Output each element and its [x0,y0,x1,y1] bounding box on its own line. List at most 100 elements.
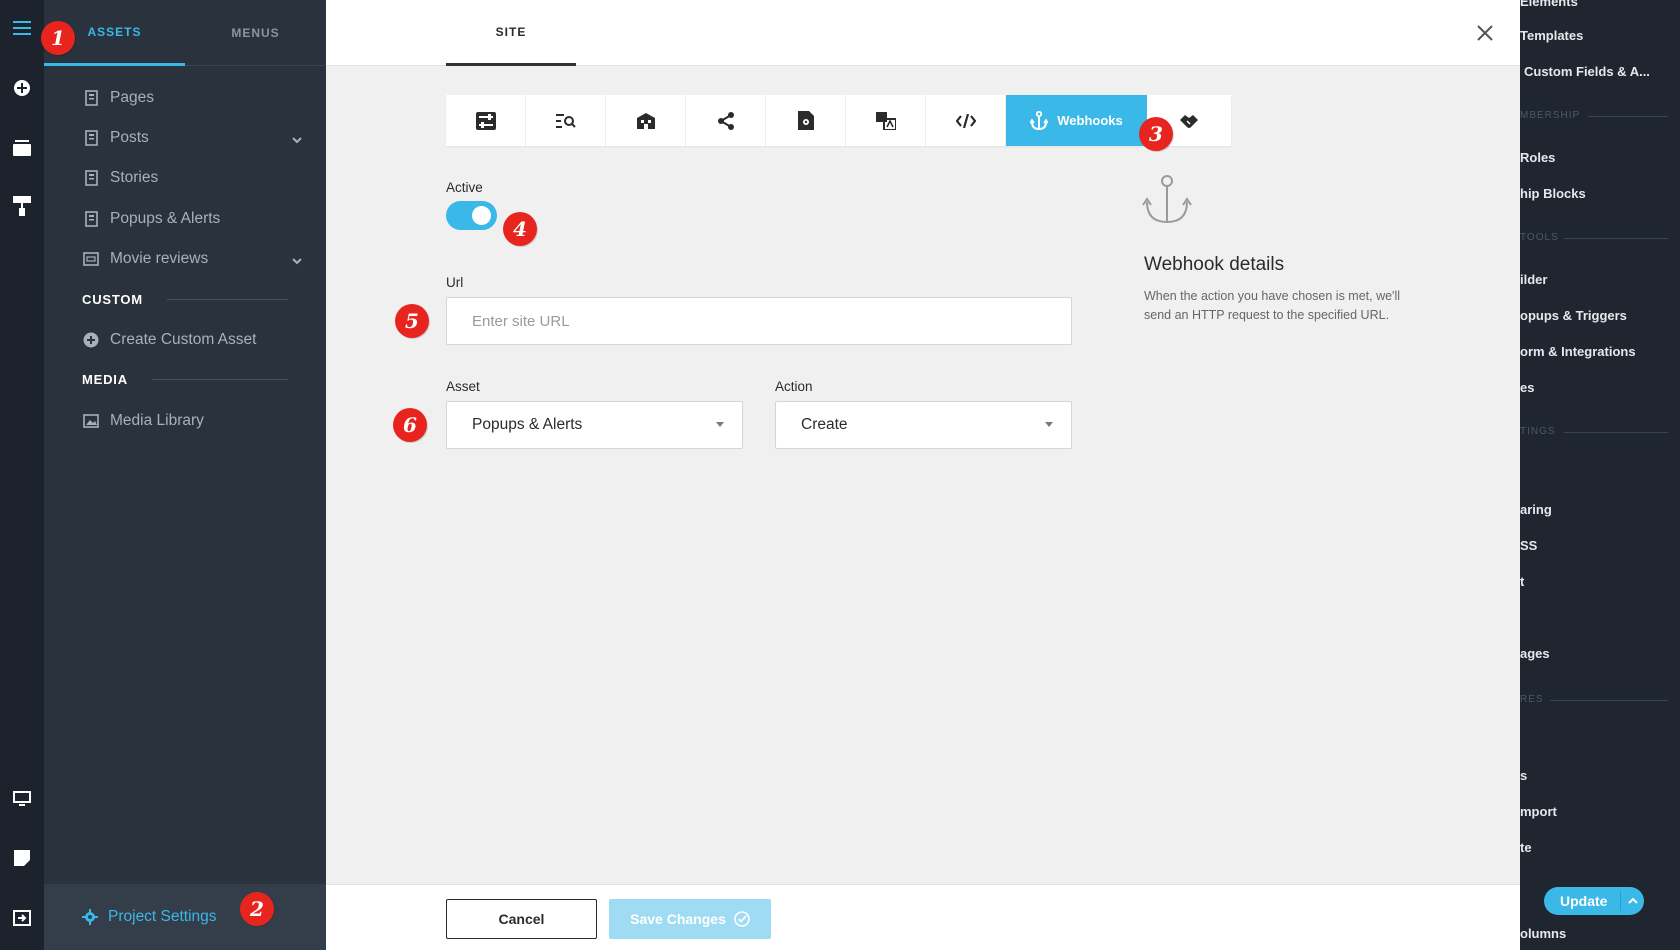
divider [151,379,288,380]
right-panel-section: RES [1520,694,1544,705]
tab-site[interactable]: SITE [446,0,576,66]
ticket-icon [82,250,100,268]
step-marker-4: 4 [503,212,537,246]
code-settings-tab[interactable] [926,95,1006,146]
divider [1564,432,1668,433]
right-panel-item[interactable]: Custom Fields & A... [1524,64,1650,79]
right-panel-item[interactable]: SS [1520,538,1537,553]
toggle-knob [472,206,491,225]
anchor-icon [1030,110,1049,130]
sidebar-item-label: Movie reviews [110,250,209,267]
translation-settings-tab[interactable] [846,95,926,146]
close-icon[interactable] [1472,20,1498,46]
add-circle-icon [82,331,100,349]
webhooks-tab[interactable]: Webhooks [1006,95,1147,146]
project-settings-label: Project Settings [108,908,217,925]
file-settings-tab[interactable] [766,95,846,146]
code-icon [955,113,976,128]
right-panel-item[interactable]: mport [1520,804,1557,819]
step-marker-1: 1 [41,21,75,55]
dropdown-arrow-icon [1045,422,1053,427]
chevron-down-icon[interactable] [292,131,302,149]
right-panel-item[interactable]: ilder [1520,272,1547,287]
right-panel-item[interactable]: Elements [1520,0,1578,9]
sidebar-item-label: Pages [110,89,154,106]
right-panel-item[interactable]: Roles [1520,150,1555,165]
url-label: Url [446,275,464,290]
icon-rail [0,0,44,950]
action-select[interactable]: Create [775,401,1072,449]
hamburger-menu-icon[interactable] [0,8,44,48]
update-button[interactable]: Update [1544,887,1644,915]
search-list-icon [555,113,576,128]
sidebar-item-popups-alerts[interactable]: Popups & Alerts [82,204,302,234]
asset-select[interactable]: Popups & Alerts [446,401,743,449]
webhook-details-text: When the action you have chosen is met, … [1144,289,1400,322]
sidebar-item-media-library[interactable]: Media Library [82,406,302,436]
step-marker-2: 2 [240,892,274,926]
share-icon [717,111,734,130]
media-section-heading: MEDIA [82,372,288,387]
right-panel-item[interactable]: Templates [1520,28,1583,43]
translate-icon [875,111,896,130]
divider [166,299,288,300]
anchor-icon [1142,174,1192,231]
sidebar-tabs: ASSETS MENUS [44,0,326,66]
right-panel-item[interactable]: es [1520,380,1534,395]
right-panel-item[interactable]: opups & Triggers [1520,308,1627,323]
modal-footer: Cancel Save Changes [326,884,1520,950]
active-toggle[interactable] [446,201,497,230]
sticky-note-icon[interactable] [0,838,44,878]
modal-header: SITE [326,0,1520,66]
step-marker-6: 6 [393,408,427,442]
gear-icon [82,909,98,925]
asset-select-value: Popups & Alerts [472,416,583,433]
assets-sidebar: ASSETS MENUS Pages Posts Stories Popups … [44,0,326,950]
right-panel-item[interactable]: hip Blocks [1520,186,1586,201]
layers-icon[interactable] [0,128,44,168]
divider [1588,116,1668,117]
cancel-button[interactable]: Cancel [446,899,597,939]
exit-icon[interactable] [0,898,44,938]
active-label: Active [446,180,483,195]
add-circle-icon[interactable] [0,68,44,108]
page-icon [82,89,100,107]
general-settings-tab[interactable] [446,95,526,146]
right-panel-section: TINGS [1520,426,1556,437]
right-panel: Elements Templates Custom Fields & A... … [1520,0,1680,950]
desktop-icon[interactable] [0,779,44,819]
tab-menus[interactable]: MENUS [185,0,326,66]
page-icon [82,129,100,147]
asset-label: Asset [446,379,480,394]
project-settings-modal: SITE Webhooks Active Url Enter site URL … [326,0,1520,950]
project-settings-button[interactable]: Project Settings [44,884,326,950]
dropdown-arrow-icon [716,422,724,427]
seo-settings-tab[interactable] [526,95,606,146]
create-custom-asset-button[interactable]: Create Custom Asset [82,325,302,355]
business-settings-tab[interactable] [606,95,686,146]
paint-roller-icon[interactable] [0,186,44,226]
divider [1564,238,1668,239]
social-settings-tab[interactable] [686,95,766,146]
action-select-value: Create [801,416,848,433]
right-panel-item[interactable]: te [1520,840,1532,855]
right-panel-item[interactable]: t [1520,574,1524,589]
right-panel-item[interactable]: s [1520,768,1527,783]
right-panel-item[interactable]: aring [1520,502,1552,517]
right-panel-item[interactable]: ages [1520,646,1550,661]
chevron-down-icon[interactable] [292,252,302,270]
right-panel-item[interactable]: orm & Integrations [1520,344,1636,359]
webhooks-tab-label: Webhooks [1057,113,1123,128]
sidebar-item-posts[interactable]: Posts [82,123,302,153]
sidebar-item-pages[interactable]: Pages [82,83,302,113]
sidebar-item-movie-reviews[interactable]: Movie reviews [82,244,302,274]
url-input[interactable] [446,297,1072,345]
save-changes-button[interactable]: Save Changes [609,899,771,939]
step-marker-3: 3 [1139,117,1173,151]
right-panel-item[interactable]: olumns [1520,926,1566,941]
sidebar-item-stories[interactable]: Stories [82,163,302,193]
chevron-up-icon[interactable] [1621,897,1644,905]
section-title: MEDIA [82,372,128,387]
page-icon [82,169,100,187]
sidebar-item-label: Create Custom Asset [110,331,257,348]
